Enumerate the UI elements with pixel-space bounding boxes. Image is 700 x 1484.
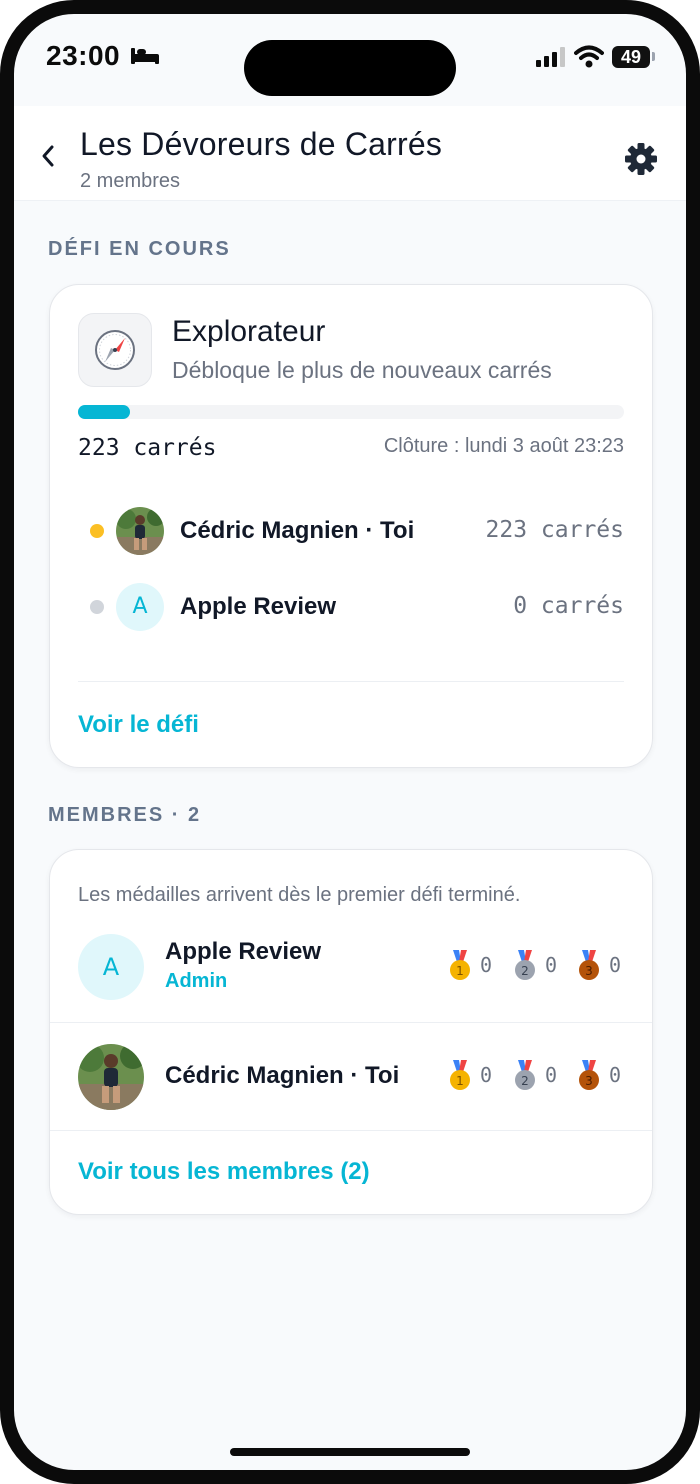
home-indicator[interactable]	[230, 1448, 470, 1456]
ranking-name: Cédric Magnien · Toi	[180, 517, 415, 544]
ranking-score: 0 carrés	[513, 593, 624, 619]
medal-count: 0	[480, 1063, 493, 1087]
ranking-row[interactable]: A Apple Review 0 carrés	[78, 581, 624, 633]
svg-text:2: 2	[521, 1074, 529, 1088]
challenge-description: Débloque le plus de nouveaux carrés	[172, 357, 552, 383]
svg-text:1: 1	[456, 964, 464, 978]
medals-note: Les médailles arrivent dès le premier dé…	[78, 884, 521, 906]
gold-medal-icon: 1	[450, 950, 470, 980]
member-row[interactable]: A Apple Review Admin 1 0 2 0 3 0	[50, 912, 652, 1022]
members-section-label: MEMBRES · 2	[48, 804, 202, 826]
svg-text:1: 1	[456, 1074, 464, 1088]
current-challenge-section-label: DÉFI EN COURS	[48, 238, 231, 260]
rank-indicator-dot	[90, 600, 104, 614]
battery-tip	[652, 52, 655, 61]
battery-indicator: 49	[612, 46, 650, 68]
view-challenge-link[interactable]: Voir le défi	[78, 711, 199, 739]
challenge-progress-bar	[78, 405, 624, 419]
avatar	[78, 1044, 144, 1110]
medal-count: 0	[545, 1063, 558, 1087]
members-card: Les médailles arrivent dès le premier dé…	[49, 849, 653, 1215]
member-name: Apple Review	[165, 938, 322, 965]
challenge-name: Explorateur	[172, 315, 326, 348]
ranking-name: Apple Review	[180, 593, 337, 620]
member-count-subtitle: 2 membres	[80, 170, 181, 192]
ranking-row[interactable]: Cédric Magnien · Toi 223 carrés	[78, 505, 624, 557]
member-role-badge: Admin	[165, 970, 228, 992]
ranking-score: 223 carrés	[485, 517, 624, 543]
silver-medal-icon: 2	[515, 950, 535, 980]
medal-count: 0	[480, 953, 493, 977]
group-header: Les Dévoreurs de Carrés 2 membres	[14, 106, 686, 201]
card-divider	[78, 681, 624, 682]
silver-medal-icon: 2	[515, 1060, 535, 1090]
member-row[interactable]: Cédric Magnien · Toi 1 0 2 0 3 0	[50, 1022, 652, 1132]
gear-icon[interactable]	[624, 142, 658, 176]
avatar: A	[116, 583, 164, 631]
avatar: A	[78, 934, 144, 1000]
medal-count: 0	[545, 953, 558, 977]
bronze-medal-icon: 3	[579, 1060, 599, 1090]
current-challenge-card[interactable]: Explorateur Débloque le plus de nouveaux…	[49, 284, 653, 768]
cellular-signal-icon	[536, 47, 565, 67]
challenge-deadline: Clôture : lundi 3 août 23:23	[383, 435, 624, 457]
challenge-progress-fill	[78, 405, 130, 419]
member-divider	[50, 1130, 652, 1131]
sleep-focus-icon	[131, 48, 159, 64]
svg-text:2: 2	[521, 964, 529, 978]
dynamic-island	[244, 40, 456, 96]
page-title: Les Dévoreurs de Carrés	[80, 126, 443, 162]
wifi-icon	[574, 45, 604, 68]
chevron-left-icon[interactable]	[40, 144, 56, 168]
member-name: Cédric Magnien · Toi	[165, 1062, 400, 1089]
gold-medal-icon: 1	[450, 1060, 470, 1090]
svg-text:3: 3	[585, 964, 593, 978]
challenge-icon-box	[78, 313, 152, 387]
medal-count: 0	[609, 953, 622, 977]
medal-count: 0	[609, 1063, 622, 1087]
bronze-medal-icon: 3	[579, 950, 599, 980]
phone-frame: 23:00 49 Les Dévoreurs de Carrés 2 membr…	[0, 0, 700, 1484]
view-all-members-link[interactable]: Voir tous les membres (2)	[78, 1158, 370, 1186]
svg-text:3: 3	[585, 1074, 593, 1088]
rank-indicator-dot	[90, 524, 104, 538]
status-time: 23:00	[46, 40, 121, 71]
avatar	[116, 507, 164, 555]
challenge-total: 223 carrés	[78, 435, 217, 461]
compass-icon	[95, 330, 135, 370]
